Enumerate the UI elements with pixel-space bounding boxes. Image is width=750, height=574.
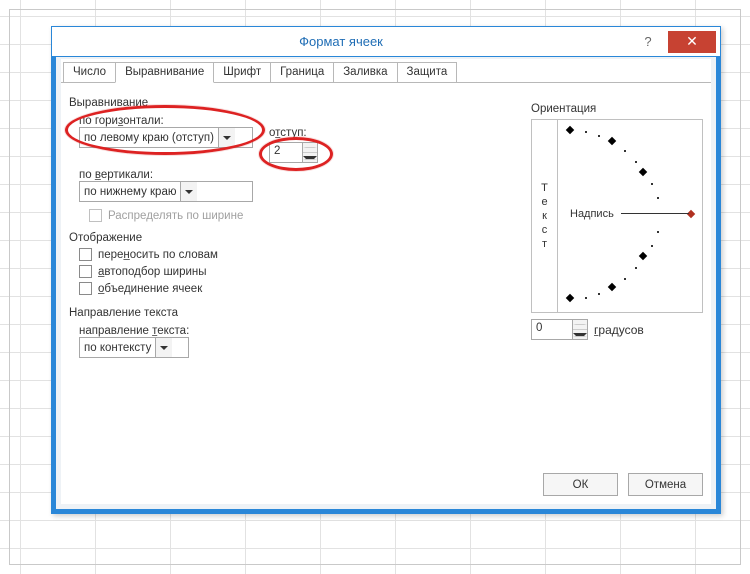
chevron-down-icon: [180, 182, 197, 201]
format-cells-dialog: Формат ячеек ? ✕ Число Выравнивание Шриф…: [51, 26, 721, 514]
tab-font[interactable]: Шрифт: [213, 62, 271, 83]
spinner-up-icon[interactable]: [303, 143, 317, 153]
chevron-down-icon: [155, 338, 172, 357]
orientation-dial[interactable]: Надпись: [558, 120, 702, 312]
orientation-group: Ориентация Текст: [531, 97, 703, 340]
tab-fill[interactable]: Заливка: [333, 62, 397, 83]
ok-button[interactable]: ОК: [543, 473, 618, 496]
horizontal-align-combo[interactable]: по левому краю (отступ): [79, 127, 253, 148]
tab-number[interactable]: Число: [63, 62, 116, 83]
indent-spinner[interactable]: 2: [269, 142, 318, 163]
vertical-text-button[interactable]: Текст: [532, 120, 558, 312]
titlebar[interactable]: Формат ячеек ? ✕: [52, 27, 720, 57]
dialog-footer: ОК Отмена: [543, 473, 703, 496]
orientation-diamond-active: [687, 210, 695, 218]
orientation-label: Ориентация: [531, 103, 703, 115]
orientation-line: [621, 213, 689, 214]
window-title: Формат ячеек: [52, 34, 630, 49]
tab-alignment[interactable]: Выравнивание: [115, 62, 214, 83]
spinner-up-icon[interactable]: [573, 320, 587, 330]
text-direction-combo[interactable]: по контексту: [79, 337, 189, 358]
indent-label: отступ:: [269, 127, 318, 139]
tab-protection[interactable]: Защита: [397, 62, 458, 83]
help-button[interactable]: ?: [630, 31, 666, 53]
tab-border[interactable]: Граница: [270, 62, 334, 83]
chevron-down-icon: [218, 128, 235, 147]
cancel-button[interactable]: Отмена: [628, 473, 703, 496]
tab-strip: Число Выравнивание Шрифт Граница Заливка…: [61, 62, 711, 83]
close-button[interactable]: ✕: [668, 31, 716, 53]
degrees-label: градусов: [594, 323, 644, 337]
degrees-spinner[interactable]: 0: [531, 319, 588, 340]
spinner-down-icon[interactable]: [573, 330, 587, 339]
vertical-align-combo[interactable]: по нижнему краю: [79, 181, 253, 202]
orientation-dial-label: Надпись: [570, 208, 614, 220]
spinner-down-icon[interactable]: [303, 153, 317, 162]
